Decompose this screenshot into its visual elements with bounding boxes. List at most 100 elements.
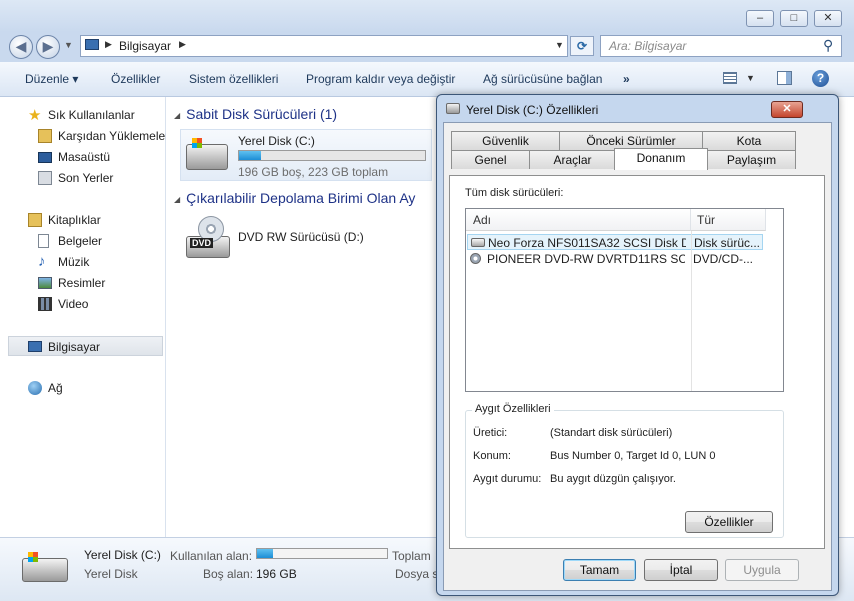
search-input[interactable]: Ara: Bilgisayar ⚲ <box>600 35 842 57</box>
collapse-triangle-icon[interactable]: ◢ <box>174 111 180 120</box>
drive-name: DVD RW Sürücüsü (D:) <box>238 230 364 244</box>
address-bar[interactable]: ▶ Bilgisayar ▶ ▼ <box>80 35 568 57</box>
all-drives-label: Tüm disk sürücüleri: <box>465 187 564 199</box>
drive-tile-c[interactable]: Yerel Disk (C:) 196 GB boş, 223 GB topla… <box>180 129 432 181</box>
sidebar-item-label: Son Yerler <box>58 171 114 185</box>
sidebar-item-desktop[interactable]: Masaüstü <box>0 147 165 167</box>
drive-tile-d[interactable]: DVD DVD RW Sürücüsü (D:) <box>180 214 432 266</box>
free-space-label: Boş alan: <box>203 567 254 581</box>
sidebar-item-label: Kitaplıklar <box>48 213 101 227</box>
sidebar-item-network[interactable]: Ağ <box>0 378 165 398</box>
address-dropdown-icon[interactable]: ▼ <box>555 40 564 50</box>
more-commands-button[interactable]: » <box>623 72 630 86</box>
drive-row-type: DVD/CD-... <box>693 252 753 266</box>
drive-list[interactable]: Adı Tür Neo Forza NFS011SA32 SCSI Disk D… <box>465 208 784 392</box>
device-properties-button[interactable]: Özellikler <box>685 511 773 533</box>
video-film-icon <box>38 297 52 311</box>
sidebar-item-libraries[interactable]: Kitaplıklar <box>0 210 165 230</box>
tab-sharing[interactable]: Paylaşım <box>707 150 796 169</box>
sidebar-item-favorites[interactable]: ★ Sık Kullanılanlar <box>0 105 165 125</box>
properties-button[interactable]: Özellikler <box>111 72 160 86</box>
device-properties-group: Aygıt Özellikleri Üretici: (Standart dis… <box>465 403 784 538</box>
sidebar-item-pictures[interactable]: Resimler <box>0 273 165 293</box>
total-label: Toplam <box>392 549 431 563</box>
sidebar-item-recent[interactable]: Son Yerler <box>0 168 165 188</box>
tab-quota[interactable]: Kota <box>702 131 796 150</box>
ok-button[interactable]: Tamam <box>563 559 636 581</box>
computer-icon <box>85 39 99 50</box>
tab-security[interactable]: Güvenlik <box>451 131 560 150</box>
group-header-label: Çıkarılabilir Depolama Birimi Olan Ay <box>186 190 416 206</box>
map-network-drive-button[interactable]: Ağ sürücüsüne bağlan <box>483 72 602 86</box>
properties-dialog: Yerel Disk (C:) Özellikleri ✕ Güvenlik Ö… <box>436 94 839 596</box>
sidebar-item-videos[interactable]: Video <box>0 294 165 314</box>
column-header-name[interactable]: Adı <box>466 209 691 231</box>
uninstall-program-button[interactable]: Program kaldır veya değiştir <box>306 72 455 86</box>
drive-row[interactable]: PIONEER DVD-RW DVRTD11RS SCS... DVD/CD-.… <box>467 251 763 267</box>
view-options-icon[interactable] <box>723 72 737 84</box>
refresh-icon[interactable]: ⟳ <box>570 36 594 56</box>
location-value: Bus Number 0, Target Id 0, LUN 0 <box>550 450 716 462</box>
documents-icon <box>38 234 49 248</box>
sidebar-item-music[interactable]: ♪ Müzik <box>0 252 165 272</box>
help-icon[interactable]: ? <box>812 70 829 87</box>
sidebar-item-computer[interactable]: Bilgisayar <box>8 336 163 356</box>
collapse-triangle-icon[interactable]: ◢ <box>174 195 180 204</box>
details-type: Yerel Disk <box>84 567 138 581</box>
minimize-button[interactable]: – <box>746 10 774 27</box>
breadcrumb[interactable]: Bilgisayar <box>119 39 171 53</box>
group-header-label: Sabit Disk Sürücüleri (1) <box>186 106 338 122</box>
title-bar: – □ ✕ <box>0 0 854 32</box>
drive-usage-fill <box>239 151 262 160</box>
recent-pages-chevron-icon[interactable]: ▼ <box>64 40 73 50</box>
downloads-folder-icon <box>38 129 52 143</box>
system-properties-button[interactable]: Sistem özellikleri <box>189 72 278 86</box>
dvd-badge: DVD <box>190 238 214 248</box>
organize-button[interactable]: Düzenle ▾ <box>25 72 78 86</box>
breadcrumb-separator-icon[interactable]: ▶ <box>105 39 112 50</box>
group-header-removable[interactable]: ◢ Çıkarılabilir Depolama Birimi Olan Ay <box>174 190 415 206</box>
used-space-label: Kullanılan alan: <box>170 549 253 563</box>
column-header-type[interactable]: Tür <box>691 209 766 231</box>
apply-button[interactable]: Uygula <box>725 559 799 581</box>
device-properties-title: Aygıt Özellikleri <box>472 403 554 415</box>
sidebar-item-label: Resimler <box>58 276 106 290</box>
dialog-close-button[interactable]: ✕ <box>771 101 803 118</box>
drive-row-type: Disk sürüc... <box>694 236 761 250</box>
sidebar-item-downloads[interactable]: Karşıdan Yüklemeler <box>0 126 169 146</box>
view-dropdown-icon[interactable]: ▼ <box>746 73 755 83</box>
dialog-body: Güvenlik Önceki Sürümler Kota Genel Araç… <box>443 122 832 591</box>
hard-disk-icon <box>446 103 460 114</box>
libraries-icon <box>28 213 42 227</box>
device-status-label: Aygıt durumu: <box>473 473 542 485</box>
close-button[interactable]: ✕ <box>814 10 842 27</box>
address-row: ◀ ▶ ▼ ▶ Bilgisayar ▶ ▼ ⟳ Ara: Bilgisayar… <box>0 32 854 62</box>
back-button[interactable]: ◀ <box>9 35 33 59</box>
details-usage-fill <box>257 549 273 558</box>
sidebar-item-label: Video <box>58 297 89 311</box>
tab-hardware[interactable]: Donanım <box>614 148 708 170</box>
breadcrumb-chevron-icon[interactable]: ▶ <box>179 39 186 50</box>
preview-pane-icon[interactable] <box>777 71 792 85</box>
free-space-value: 196 GB <box>256 567 297 581</box>
column-divider <box>691 231 692 391</box>
navigation-pane: ★ Sık Kullanılanlar Karşıdan Yüklemeler … <box>0 97 169 537</box>
sidebar-item-label: Belgeler <box>58 234 103 248</box>
search-icon[interactable]: ⚲ <box>823 37 833 54</box>
sidebar-item-label: Sık Kullanılanlar <box>48 108 135 122</box>
sidebar-item-label: Masaüstü <box>58 150 111 164</box>
maximize-button[interactable]: □ <box>780 10 808 27</box>
details-name: Yerel Disk (C:) <box>84 548 161 562</box>
sidebar-item-documents[interactable]: Belgeler <box>0 231 165 251</box>
pictures-icon <box>38 277 52 289</box>
drive-space-text: 196 GB boş, 223 GB toplam <box>238 165 389 179</box>
drive-row-selected[interactable]: Neo Forza NFS011SA32 SCSI Disk De... Dis… <box>467 234 763 250</box>
drive-usage-bar <box>238 150 426 161</box>
tab-general[interactable]: Genel <box>451 150 530 169</box>
recent-places-icon <box>38 171 52 185</box>
cancel-button[interactable]: İptal <box>644 559 718 581</box>
forward-button[interactable]: ▶ <box>36 35 60 59</box>
tab-tools[interactable]: Araçlar <box>529 150 616 169</box>
group-header-hard-disks[interactable]: ◢ Sabit Disk Sürücüleri (1) <box>174 106 337 122</box>
file-system-label: Dosya s <box>395 567 439 581</box>
